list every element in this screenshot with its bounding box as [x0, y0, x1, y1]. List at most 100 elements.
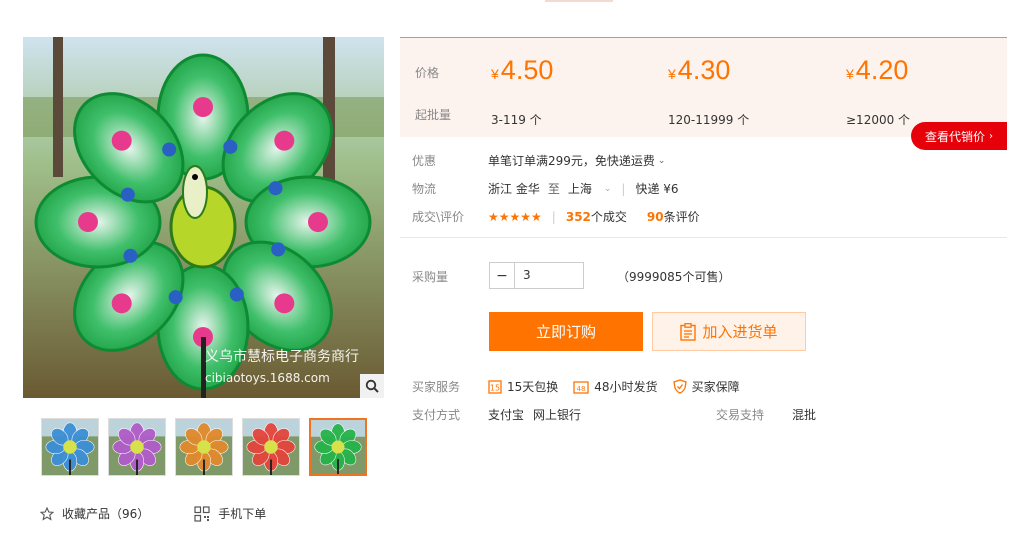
chevron-right-icon: ›	[989, 130, 993, 142]
return-15day-icon: 15	[488, 379, 502, 394]
decrement-button[interactable]: −	[490, 263, 515, 288]
rating-label: 成交\评价	[412, 210, 465, 224]
tier-price: ¥4.50	[491, 53, 553, 91]
tier-price: ¥4.30	[668, 53, 749, 91]
mobile-order-label: 手机下单	[218, 507, 267, 521]
agent-price-label: 查看代销价	[924, 129, 985, 144]
currency-symbol: ¥	[846, 66, 854, 82]
thumbnail-image	[243, 419, 299, 475]
buy-now-label: 立即订购	[535, 323, 596, 341]
shield-icon	[672, 379, 687, 394]
stock-text: （9999085个可售）	[617, 270, 731, 284]
thumbnail-3[interactable]	[175, 418, 233, 476]
qrcode-icon	[194, 505, 210, 522]
currency-symbol: ¥	[668, 66, 676, 82]
thumbnail-1[interactable]	[41, 418, 99, 476]
promo-label: 优惠	[412, 154, 437, 168]
price-value: 4.50	[500, 55, 554, 85]
quantity-stepper: − 3	[489, 262, 584, 289]
thumbnail-image	[311, 420, 365, 474]
tier-range: 120-11999 个	[668, 113, 750, 127]
service-buyer-protection[interactable]: 买家保障	[672, 378, 740, 395]
min-qty-label: 起批量	[415, 108, 452, 122]
main-product-image[interactable]: 义乌市慧标电子商务商行 cibiaotoys.1688.com	[23, 37, 384, 398]
deals-suffix: 个成交	[590, 210, 627, 224]
thumbnail-image	[176, 419, 232, 475]
purchase-qty-label: 采购量	[412, 270, 449, 284]
mobile-order-link[interactable]: 手机下单	[194, 505, 266, 522]
pinwheel-photo	[23, 37, 384, 398]
service-48h-ship[interactable]: 48 48小时发货	[573, 378, 658, 395]
price-tier-2: ¥4.30 120-11999 个	[668, 53, 749, 128]
star-outline-icon	[40, 506, 54, 521]
add-to-cart-button[interactable]: 加入进货单	[652, 312, 806, 351]
logistics-label: 物流	[412, 182, 437, 196]
deals-link[interactable]: 352个成交	[566, 208, 627, 225]
currency-symbol: ¥	[491, 66, 499, 82]
ship-to-value: 上海	[567, 182, 592, 196]
tier-range: 3-119 个	[491, 113, 542, 127]
express-fee: 快递 ¥6	[635, 182, 679, 196]
rating-stars: ★★★★★	[488, 210, 542, 224]
bottom-links: 收藏产品（96） 手机下单	[40, 505, 266, 522]
price-tier-1: ¥4.50 3-119 个	[491, 53, 553, 128]
thumbnail-5[interactable]	[309, 418, 367, 476]
svg-text:48: 48	[577, 385, 586, 393]
clipboard-icon	[680, 322, 697, 341]
thumbnail-image	[109, 419, 165, 475]
tier-price: ¥4.20	[846, 53, 910, 91]
service-15day-return[interactable]: 15 15天包换	[488, 378, 558, 395]
watermark-url: cibiaotoys.1688.com	[205, 371, 330, 385]
magnifier-icon	[365, 379, 379, 393]
tier-range: ≥12000 个	[846, 113, 911, 127]
favorite-label: 收藏产品（96）	[62, 507, 150, 521]
buy-now-button[interactable]: 立即订购	[489, 312, 643, 351]
trade-value: 混批	[792, 408, 817, 422]
chevron-down-icon[interactable]: ⌄	[658, 156, 666, 166]
promo-row: 优惠 单笔订单满299元，免快递运费 ⌄	[412, 152, 665, 169]
payment-label: 支付方式	[412, 408, 461, 422]
svg-text:15: 15	[490, 383, 500, 392]
payment-row: 支付方式 支付宝 网上银行	[412, 406, 581, 423]
quantity-input[interactable]: 3	[515, 263, 583, 288]
price-value: 4.30	[677, 55, 731, 85]
agent-price-button[interactable]: 查看代销价 ›	[911, 122, 1007, 150]
stock-info: （9999085个可售）	[617, 268, 730, 285]
thumbnail-4[interactable]	[242, 418, 300, 476]
buyer-services-row: 买家服务 15 15天包换 48 48小时发货 买家保障	[412, 378, 755, 395]
thumbnail-strip	[41, 418, 367, 476]
services-label: 买家服务	[412, 380, 461, 394]
separator: |	[621, 181, 626, 196]
zoom-button[interactable]	[360, 374, 384, 398]
reviews-link[interactable]: 90条评价	[647, 208, 700, 225]
payment-method: 支付宝	[488, 408, 525, 422]
add-to-cart-label: 加入进货单	[702, 323, 778, 341]
ship-from: 浙江 金华	[488, 182, 540, 196]
payment-method: 网上银行	[533, 408, 582, 422]
chevron-down-icon: ⌄	[603, 183, 612, 194]
top-tab-fragment	[545, 0, 613, 2]
separator: |	[551, 209, 556, 224]
ship-to-select[interactable]: 上海 ⌄	[568, 180, 612, 197]
section-divider	[400, 237, 1007, 238]
favorite-product-link[interactable]: 收藏产品（96）	[40, 505, 149, 522]
thumbnail-2[interactable]	[108, 418, 166, 476]
to-word: 至	[547, 182, 560, 196]
watermark-shop-name: 义乌市慧标电子商务商行	[205, 349, 359, 365]
deals-count: 352	[565, 210, 591, 224]
service-text: 买家保障	[691, 380, 740, 394]
price-value: 4.20	[855, 55, 909, 85]
promo-text: 单笔订单满299元，免快递运费	[488, 154, 655, 168]
price-panel: 价格 起批量 ¥4.50 3-119 个 ¥4.30 120-11999 个 ¥…	[400, 37, 1007, 150]
logistics-row: 物流 浙江 金华 至 上海 ⌄ | 快递 ¥6	[412, 180, 679, 197]
star-icons: ★★★★★	[488, 209, 542, 224]
quantity-row: 采购量	[412, 268, 488, 285]
reviews-count: 90	[646, 210, 664, 224]
ship-48h-icon: 48	[573, 380, 589, 394]
reviews-suffix: 条评价	[663, 210, 700, 224]
service-text: 48小时发货	[594, 380, 658, 394]
trade-support-row: 交易支持 混批	[716, 406, 816, 423]
watermark: 义乌市慧标电子商务商行 cibiaotoys.1688.com	[205, 345, 359, 387]
rating-row: 成交\评价 ★★★★★ | 352个成交 90条评价	[412, 208, 700, 225]
thumbnail-image	[42, 419, 98, 475]
